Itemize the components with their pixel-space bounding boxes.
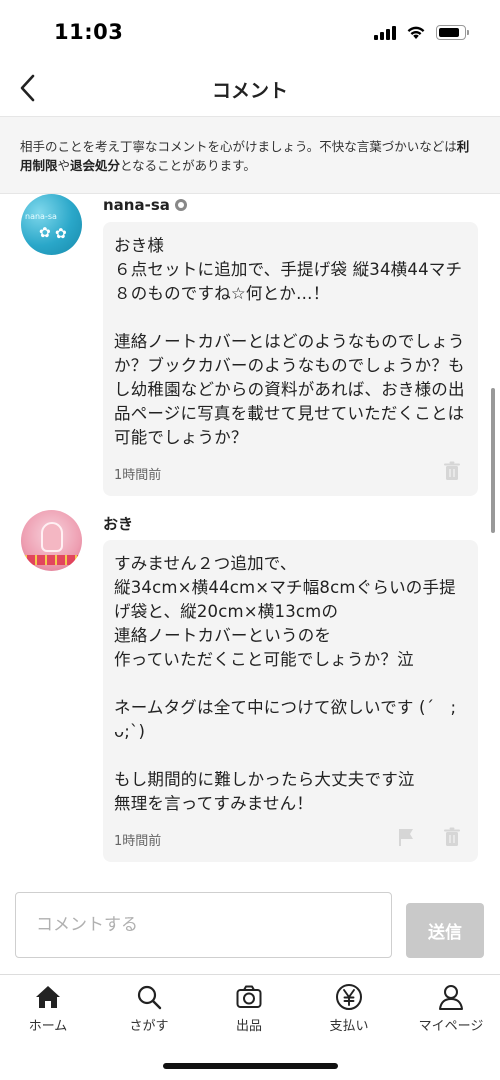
comment-input[interactable]	[15, 892, 392, 958]
comment-footer: 1時間前	[114, 822, 467, 852]
tab-label: マイページ	[418, 1019, 484, 1034]
screen: 11:03 コメント 相手のことを考え丁寧なコメントを心がけましょう。不快な言葉…	[0, 0, 500, 1080]
avatar[interactable]	[21, 510, 82, 571]
comment-timestamp: 1時間前	[114, 468, 162, 483]
avatar-label: nana-sa	[25, 212, 57, 221]
tab-payment[interactable]: 支払い	[299, 979, 399, 1039]
send-button[interactable]: 送信	[406, 903, 484, 958]
comment-guideline-notice: 相手のことを考え丁寧なコメントを心がけましょう。不快な言葉づかいなどは利用制限や…	[0, 116, 500, 194]
search-icon	[137, 985, 162, 1010]
username[interactable]: nana-sa	[103, 196, 188, 214]
trash-icon[interactable]	[441, 826, 463, 848]
battery-icon	[436, 24, 469, 40]
tab-label: 出品	[235, 1019, 262, 1034]
username[interactable]: おき	[103, 513, 133, 534]
notice-text-end: となることがあります。	[120, 158, 256, 173]
flag-icon[interactable]	[395, 826, 417, 848]
tab-sell[interactable]: 出品	[199, 979, 299, 1039]
comment-text: すみません２つ追加で、 縦34cm×横44cm×マチ幅8cmぐらいの手提げ袋と、…	[114, 554, 457, 813]
notice-text: 相手のことを考え丁寧なコメントを心がけましょう。不快な言葉づかいなどは	[20, 139, 457, 154]
tab-label: 支払い	[329, 1019, 369, 1034]
username-text: nana-sa	[103, 196, 170, 214]
notice-account-suspension: 退会処分	[70, 158, 121, 173]
scrollbar[interactable]	[491, 388, 495, 533]
nav-header: コメント	[0, 64, 500, 114]
yen-icon	[336, 984, 362, 1010]
verified-badge-icon	[174, 199, 187, 211]
avatar-flowers	[21, 555, 82, 565]
notice-text-connector: や	[57, 158, 71, 173]
trash-icon[interactable]	[441, 460, 463, 482]
status-icons	[374, 24, 469, 40]
status-bar: 11:03	[0, 0, 500, 64]
flower-icon: ✿	[55, 226, 67, 242]
comment-item: nana-sa ✿ ✿ nana-sa おき様 ６点セットに追加で、手提げ袋 縦…	[0, 194, 500, 504]
home-indicator	[163, 1063, 338, 1069]
comment-list[interactable]: nana-sa ✿ ✿ nana-sa おき様 ６点セットに追加で、手提げ袋 縦…	[0, 194, 500, 874]
comment-input-bar: 送信	[0, 874, 500, 974]
comment-bubble: おき様 ６点セットに追加で、手提げ袋 縦34横44マチ８のものですね☆何とか…！…	[103, 222, 478, 496]
home-icon	[36, 986, 60, 1008]
flower-icon: ✿	[39, 225, 51, 241]
comment-text: おき様 ６点セットに追加で、手提げ袋 縦34横44マチ８のものですね☆何とか…！…	[114, 236, 465, 447]
tab-search[interactable]: さがす	[99, 979, 199, 1039]
comment-footer: 1時間前	[114, 456, 467, 486]
tab-label: ホーム	[28, 1019, 68, 1034]
page-title: コメント	[211, 80, 288, 102]
comment-item: おき すみません２つ追加で、 縦34cm×横44cm×マチ幅8cmぐらいの手提げ…	[0, 510, 500, 870]
comment-timestamp: 1時間前	[114, 834, 162, 849]
person-icon	[439, 985, 463, 1010]
camera-icon	[236, 985, 262, 1008]
cellular-signal-icon	[374, 24, 396, 40]
comment-bubble: すみません２つ追加で、 縦34cm×横44cm×マチ幅8cmぐらいの手提げ袋と、…	[103, 540, 478, 862]
tab-label: さがす	[129, 1019, 169, 1034]
username-text: おき	[103, 515, 134, 533]
avatar-figure	[41, 522, 63, 552]
tab-home[interactable]: ホーム	[0, 979, 98, 1039]
status-time: 11:03	[54, 20, 124, 44]
avatar[interactable]: nana-sa ✿ ✿	[21, 194, 82, 255]
tab-mypage[interactable]: マイページ	[401, 979, 500, 1039]
wifi-icon	[407, 26, 425, 39]
